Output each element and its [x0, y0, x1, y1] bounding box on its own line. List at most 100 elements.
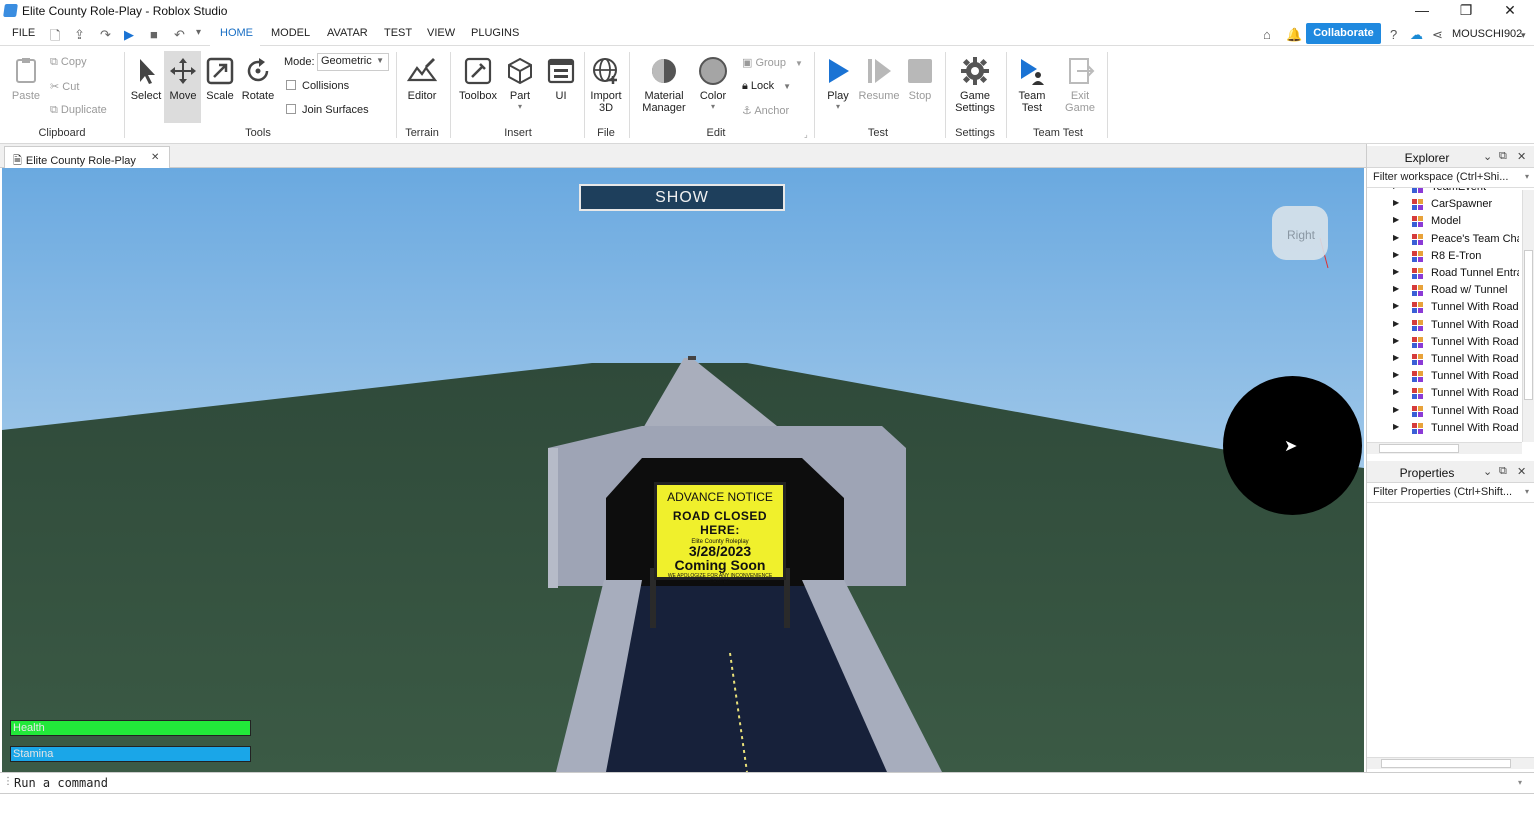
import-3d-button[interactable]: Import 3D — [587, 56, 625, 114]
move-tool-button[interactable]: Move — [165, 56, 201, 102]
explorer-tree-item[interactable]: ▶ Tunnel With Road — [1367, 403, 1519, 420]
part-button[interactable]: Part ▾ — [502, 56, 538, 111]
minimize-button[interactable]: — — [1408, 2, 1436, 20]
filter-dropdown-icon[interactable]: ▾ — [1525, 172, 1529, 181]
part-dropdown-icon[interactable]: ▾ — [502, 102, 538, 111]
game-settings-button[interactable]: Game Settings — [951, 56, 999, 114]
3d-viewport[interactable]: SHOW Right ADVANCE NOTICE ROAD CLOSED HE… — [2, 168, 1364, 772]
quick-access-dropdown-icon[interactable]: ▾ — [196, 27, 201, 38]
mode-dropdown[interactable]: Geometric ▼ — [317, 53, 389, 71]
anchor-button[interactable]: ⚓︎ Anchor — [742, 104, 789, 117]
explorer-tree-item[interactable]: ▶ Road Tunnel Entra — [1367, 265, 1519, 282]
expand-arrow-icon[interactable]: ▶ — [1393, 353, 1399, 362]
expand-arrow-icon[interactable]: ▶ — [1393, 319, 1399, 328]
tab-model[interactable]: MODEL — [271, 27, 310, 39]
paste-button[interactable]: Paste — [8, 56, 44, 102]
close-tab-icon[interactable]: ✕ — [151, 152, 159, 163]
quick-stop-icon[interactable]: ■ — [150, 27, 158, 42]
expand-arrow-icon[interactable]: ▶ — [1393, 387, 1399, 396]
explorer-tree-item[interactable]: ▶ Peace's Team Char — [1367, 231, 1519, 248]
show-button[interactable]: SHOW — [579, 184, 785, 211]
close-icon[interactable]: ✕ — [1517, 465, 1526, 478]
notification-bell-icon[interactable]: 🔔 — [1286, 27, 1302, 43]
team-test-button[interactable]: Team Test — [1012, 56, 1052, 114]
tab-plugins[interactable]: PLUGINS — [471, 27, 519, 39]
close-window-button[interactable]: ✕ — [1496, 2, 1524, 20]
toolbox-button[interactable]: Toolbox — [456, 56, 500, 102]
tab-test[interactable]: TEST — [384, 27, 412, 39]
explorer-filter-input[interactable]: Filter workspace (Ctrl+Shi... ▾ — [1367, 168, 1534, 188]
play-button[interactable]: Play ▾ — [820, 56, 856, 111]
undo-icon[interactable]: ↶ — [174, 27, 185, 43]
explorer-tree-item[interactable]: ▶ Tunnel With Road — [1367, 299, 1519, 316]
color-dropdown-icon[interactable]: ▾ — [694, 102, 732, 111]
expand-arrow-icon[interactable]: ▶ — [1393, 370, 1399, 379]
help-icon[interactable]: ? — [1390, 27, 1397, 42]
rotate-tool-button[interactable]: Rotate — [240, 56, 276, 102]
duplicate-button[interactable]: ⧉ Duplicate — [50, 104, 107, 117]
expand-arrow-icon[interactable]: ▶ — [1393, 422, 1399, 431]
group-button[interactable]: ▣ Group ▼ — [742, 56, 803, 69]
properties-hscroll-thumb[interactable] — [1381, 759, 1511, 768]
ui-button[interactable]: UI — [544, 56, 578, 102]
filter-dropdown-icon[interactable]: ▾ — [1525, 487, 1529, 496]
terrain-editor-button[interactable]: Editor — [402, 56, 442, 102]
expand-arrow-icon[interactable]: ▶ — [1393, 188, 1399, 190]
quick-play-icon[interactable]: ▶ — [124, 27, 134, 43]
copy-button[interactable]: ⧉ Copy — [50, 56, 87, 69]
lock-dropdown-icon[interactable]: ▼ — [783, 82, 791, 91]
undock-icon[interactable]: ⧉ — [1499, 150, 1507, 163]
tab-home[interactable]: HOME — [220, 27, 253, 39]
tab-file[interactable]: FILE — [12, 27, 35, 39]
explorer-tree-item[interactable]: ▶ Tunnel With Road — [1367, 368, 1519, 385]
color-button[interactable]: Color ▾ — [694, 56, 732, 111]
explorer-tree-item[interactable]: ▶ Tunnel With Road — [1367, 317, 1519, 334]
material-manager-button[interactable]: Material Manager — [638, 56, 690, 114]
document-tab[interactable]: 🗎 Elite County Role-Play ✕ — [4, 146, 170, 168]
explorer-tree-item[interactable]: ▶ Tunnel With Road — [1367, 385, 1519, 402]
join-surfaces-toggle[interactable]: Join Surfaces — [286, 104, 369, 116]
expand-arrow-icon[interactable]: ▶ — [1393, 336, 1399, 345]
explorer-tree-item[interactable]: ▶ Model — [1367, 213, 1519, 230]
command-input[interactable]: Run a command — [14, 776, 108, 790]
expand-arrow-icon[interactable]: ▶ — [1393, 215, 1399, 224]
username-label[interactable]: MOUSCHI902 — [1452, 28, 1522, 40]
expand-arrow-icon[interactable]: ▶ — [1393, 198, 1399, 207]
command-bar[interactable]: ⋮ Run a command ▾ — [0, 772, 1534, 794]
expand-arrow-icon[interactable]: ▶ — [1393, 405, 1399, 414]
expand-arrow-icon[interactable]: ▶ — [1393, 284, 1399, 293]
edit-expand-icon[interactable]: ⌟ — [804, 130, 808, 139]
command-dropdown-icon[interactable]: ▾ — [1518, 778, 1522, 787]
redo-disabled-icon[interactable]: ↷ — [100, 27, 111, 43]
maximize-button[interactable]: ❐ — [1452, 2, 1480, 20]
lock-button[interactable]: 🔒︎ Lock ▼ — [742, 80, 791, 93]
publish-icon[interactable]: ⇪ — [74, 27, 85, 43]
explorer-tree-item[interactable]: ▶ Road w/ Tunnel — [1367, 282, 1519, 299]
cloud-icon[interactable]: ☁ — [1410, 27, 1423, 43]
home-icon[interactable]: ⌂ — [1263, 27, 1271, 42]
explorer-scroll-thumb[interactable] — [1524, 250, 1533, 400]
explorer-vertical-scrollbar[interactable] — [1522, 190, 1534, 442]
explorer-tree-item[interactable]: ▶ CarSpawner — [1367, 196, 1519, 213]
collaborate-button[interactable]: Collaborate — [1306, 23, 1381, 44]
cut-button[interactable]: ✂ Cut — [50, 80, 79, 93]
resume-button[interactable]: Resume — [856, 56, 902, 102]
chevron-down-icon[interactable]: ⌄ — [1483, 150, 1492, 163]
undock-icon[interactable]: ⧉ — [1499, 465, 1507, 478]
play-dropdown-icon[interactable]: ▾ — [820, 102, 856, 111]
explorer-tree-item[interactable]: ▶ Tunnel With Road — [1367, 420, 1519, 437]
explorer-tree-item[interactable]: ▶ Tunnel With Road — [1367, 334, 1519, 351]
explorer-hscroll-thumb[interactable] — [1379, 444, 1459, 453]
drag-handle-icon[interactable]: ⋮ — [3, 776, 13, 787]
expand-arrow-icon[interactable]: ▶ — [1393, 301, 1399, 310]
tab-avatar[interactable]: AVATAR — [327, 27, 368, 39]
explorer-horizontal-scrollbar[interactable] — [1367, 442, 1522, 454]
close-icon[interactable]: ✕ — [1517, 150, 1526, 163]
stop-button[interactable]: Stop — [902, 56, 938, 102]
properties-horizontal-scrollbar[interactable] — [1367, 757, 1534, 769]
expand-arrow-icon[interactable]: ▶ — [1393, 267, 1399, 276]
share-icon[interactable]: ⋖ — [1432, 27, 1443, 43]
chevron-down-icon[interactable]: ⌄ — [1483, 465, 1492, 478]
collisions-checkbox[interactable] — [286, 80, 296, 90]
scale-tool-button[interactable]: Scale — [203, 56, 237, 102]
